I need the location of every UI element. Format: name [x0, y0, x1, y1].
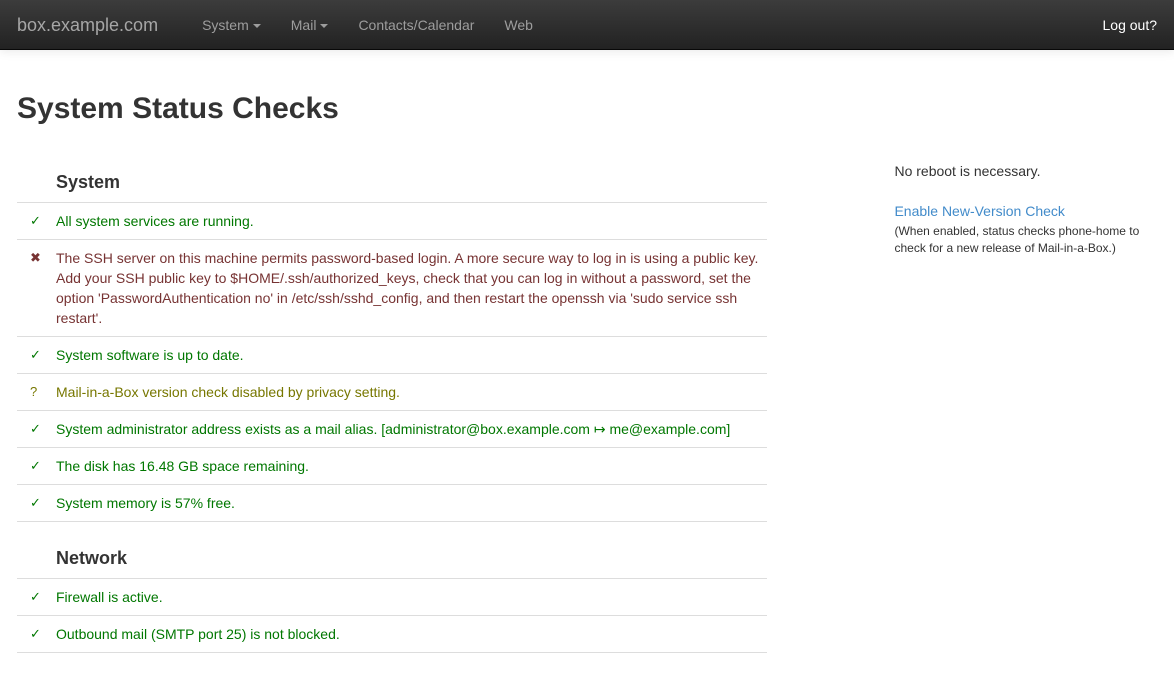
logout-link[interactable]: Log out?: [1088, 0, 1158, 50]
navbar-menu: System Mail Contacts/Calendar Web: [187, 0, 548, 50]
status-text: Mail-in-a-Box version check disabled by …: [56, 374, 767, 411]
check-ok-icon: ✓: [17, 485, 56, 522]
nav-item-contacts-calendar[interactable]: Contacts/Calendar: [343, 0, 489, 50]
status-row: ? Mail-in-a-Box version check disabled b…: [17, 374, 767, 411]
page-title: System Status Checks: [17, 92, 1157, 126]
navbar-brand[interactable]: box.example.com: [17, 0, 173, 50]
caret-down-icon: [320, 24, 328, 28]
status-text: System software is up to date.: [56, 337, 767, 374]
status-text: Firewall is active.: [56, 579, 767, 616]
section-heading-network: Network: [56, 548, 767, 569]
section-heading-row: Network: [17, 522, 767, 579]
status-text: The disk has 16.48 GB space remaining.: [56, 448, 767, 485]
section-heading-system: System: [56, 172, 767, 193]
top-navbar: box.example.com System Mail Contacts/Cal…: [0, 0, 1174, 50]
status-checks-column: System ✓ All system services are running…: [2, 146, 782, 653]
nav-item-label: Web: [504, 17, 533, 33]
status-text: All system services are running.: [56, 203, 767, 240]
status-row: ✓ Outbound mail (SMTP port 25) is not bl…: [17, 616, 767, 653]
check-ok-icon: ✓: [17, 616, 56, 653]
enable-version-check-link[interactable]: Enable New-Version Check: [894, 201, 1064, 221]
check-ok-icon: ✓: [17, 579, 56, 616]
reboot-status-text: No reboot is necessary.: [894, 161, 1157, 181]
nav-item-label: System: [202, 17, 249, 33]
nav-item-label: Contacts/Calendar: [358, 17, 474, 33]
status-row: ✖ The SSH server on this machine permits…: [17, 240, 767, 337]
status-row: ✓ System administrator address exists as…: [17, 411, 767, 448]
status-row: ✓ System software is up to date.: [17, 337, 767, 374]
page-container: System Status Checks System ✓ All system…: [2, 92, 1172, 653]
status-text: System administrator address exists as a…: [56, 411, 767, 448]
check-ok-icon: ✓: [17, 448, 56, 485]
caret-down-icon: [253, 24, 261, 28]
status-sidebar: No reboot is necessary. Enable New-Versi…: [879, 146, 1172, 257]
section-heading-row: System: [17, 146, 767, 203]
check-error-icon: ✖: [17, 240, 56, 337]
check-question-icon: ?: [17, 374, 56, 411]
sidebar-panel: No reboot is necessary. Enable New-Versi…: [894, 146, 1157, 257]
status-text: System memory is 57% free.: [56, 485, 767, 522]
nav-item-label: Mail: [291, 17, 317, 33]
nav-item-system[interactable]: System: [187, 0, 276, 50]
status-text: Outbound mail (SMTP port 25) is not bloc…: [56, 616, 767, 653]
check-ok-icon: ✓: [17, 411, 56, 448]
status-checks-table: System ✓ All system services are running…: [17, 146, 767, 653]
content-row: System ✓ All system services are running…: [2, 146, 1172, 653]
status-text: The SSH server on this machine permits p…: [56, 240, 767, 337]
nav-item-mail[interactable]: Mail: [276, 0, 344, 50]
status-row: ✓ System memory is 57% free.: [17, 485, 767, 522]
status-row: ✓ Firewall is active.: [17, 579, 767, 616]
nav-item-web[interactable]: Web: [489, 0, 548, 50]
status-row: ✓ The disk has 16.48 GB space remaining.: [17, 448, 767, 485]
navbar-inner: box.example.com System Mail Contacts/Cal…: [2, 0, 1172, 50]
status-row: ✓ All system services are running.: [17, 203, 767, 240]
check-ok-icon: ✓: [17, 337, 56, 374]
check-ok-icon: ✓: [17, 203, 56, 240]
version-check-note: (When enabled, status checks phone-home …: [894, 223, 1157, 257]
